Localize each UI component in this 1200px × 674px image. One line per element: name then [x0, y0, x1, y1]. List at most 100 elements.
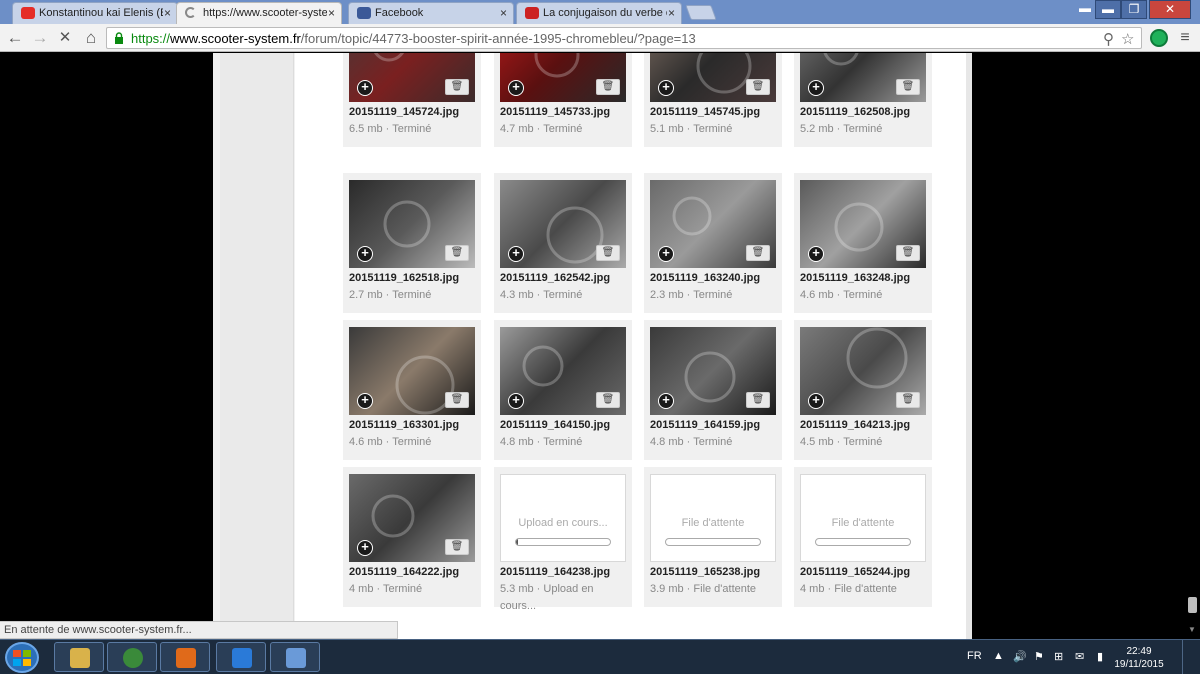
- browser-tab[interactable]: La conjugaison du verbe é ×: [516, 2, 682, 24]
- tray-icon[interactable]: 🔊: [1013, 650, 1027, 663]
- forward-button[interactable]: →: [29, 27, 51, 49]
- add-to-post-icon[interactable]: +: [357, 246, 373, 262]
- add-to-post-icon[interactable]: +: [808, 80, 824, 96]
- delete-trash-icon[interactable]: 🗑: [896, 79, 920, 95]
- delete-trash-icon[interactable]: 🗑: [596, 79, 620, 95]
- tray-language[interactable]: FR: [967, 650, 982, 662]
- file-tile: + 🗑 20151119_145745.jpg 5.1 mb · Terminé: [644, 53, 782, 147]
- scroll-down-arrow-icon[interactable]: ▼: [1188, 625, 1196, 634]
- file-meta: 5.1 mb · Terminé: [650, 123, 733, 135]
- pending-thumbnail: File d'attente: [800, 474, 926, 562]
- tray-icon[interactable]: ▮: [1097, 650, 1103, 663]
- media-player-icon[interactable]: [160, 642, 210, 672]
- stop-button[interactable]: ✕: [54, 27, 76, 49]
- tab-close-icon[interactable]: ×: [164, 6, 171, 20]
- file-meta: 4.3 mb · Terminé: [500, 289, 583, 301]
- bookmark-star-icon[interactable]: ☆: [1121, 30, 1134, 48]
- delete-trash-icon[interactable]: 🗑: [445, 539, 469, 555]
- photo-thumbnail[interactable]: + 🗑: [349, 53, 475, 102]
- file-tile: + 🗑 20151119_163248.jpg 4.6 mb · Terminé: [794, 173, 932, 313]
- file-tile: + 🗑 20151119_164150.jpg 4.8 mb · Terminé: [494, 320, 632, 460]
- delete-trash-icon[interactable]: 🗑: [746, 245, 770, 261]
- tab-label: La conjugaison du verbe é: [543, 7, 667, 19]
- delete-trash-icon[interactable]: 🗑: [746, 392, 770, 408]
- taskbar-app-glyph: [123, 648, 143, 668]
- file-name: 20151119_163240.jpg: [650, 272, 761, 284]
- address-bar[interactable]: https://www.scooter-system.fr/forum/topi…: [106, 27, 1142, 49]
- internet-explorer-icon[interactable]: [216, 642, 266, 672]
- photo-thumbnail[interactable]: + 🗑: [500, 327, 626, 415]
- upload-progress-bar: [815, 538, 911, 546]
- add-to-post-icon[interactable]: +: [508, 393, 524, 409]
- browser-tab[interactable]: Konstantinou kai Elenis (E ×: [12, 2, 178, 24]
- add-to-post-icon[interactable]: +: [357, 540, 373, 556]
- delete-trash-icon[interactable]: 🗑: [596, 392, 620, 408]
- tray-icon[interactable]: ▲: [993, 650, 1004, 662]
- clock[interactable]: 22:49 19/11/2015: [1112, 645, 1166, 671]
- maximize-button[interactable]: ❐: [1121, 0, 1147, 19]
- delete-trash-icon[interactable]: 🗑: [896, 392, 920, 408]
- delete-trash-icon[interactable]: 🗑: [445, 245, 469, 261]
- tray-icon[interactable]: ✉: [1075, 650, 1084, 663]
- browser-tab[interactable]: Facebook ×: [348, 2, 514, 24]
- profile-menu-icon[interactable]: ▬: [1077, 0, 1093, 19]
- minimize-button[interactable]: ▬: [1095, 0, 1121, 19]
- add-to-post-icon[interactable]: +: [508, 246, 524, 262]
- delete-trash-icon[interactable]: 🗑: [445, 79, 469, 95]
- tab-close-icon[interactable]: ×: [500, 6, 507, 20]
- photo-thumbnail[interactable]: + 🗑: [800, 180, 926, 268]
- delete-trash-icon[interactable]: 🗑: [746, 79, 770, 95]
- photo-thumbnail[interactable]: + 🗑: [800, 53, 926, 102]
- delete-trash-icon[interactable]: 🗑: [896, 245, 920, 261]
- grammarly-extension-icon[interactable]: [1150, 29, 1168, 47]
- upload-status-text: File d'attente: [831, 517, 895, 529]
- tab-close-icon[interactable]: ×: [668, 6, 675, 20]
- photo-thumbnail[interactable]: + 🗑: [650, 53, 776, 102]
- new-tab-button[interactable]: [685, 5, 717, 20]
- chrome-menu-icon[interactable]: ≡: [1174, 27, 1196, 49]
- add-to-post-icon[interactable]: +: [658, 246, 674, 262]
- zoom-icon[interactable]: ⚲: [1103, 30, 1114, 48]
- vertical-scrollbar[interactable]: ▼: [1185, 53, 1200, 639]
- tab-close-icon[interactable]: ×: [328, 6, 335, 20]
- back-button[interactable]: ←: [4, 27, 26, 49]
- delete-trash-icon[interactable]: 🗑: [596, 245, 620, 261]
- tab-label: Facebook: [375, 7, 424, 19]
- file-name: 20151119_163301.jpg: [349, 419, 460, 431]
- tray-icon[interactable]: ⊞: [1054, 650, 1063, 663]
- show-desktop-button[interactable]: [1182, 640, 1200, 674]
- close-button[interactable]: ✕: [1149, 0, 1191, 19]
- chrome-icon[interactable]: [107, 642, 157, 672]
- photo-thumbnail[interactable]: + 🗑: [349, 327, 475, 415]
- photo-thumbnail[interactable]: + 🗑: [349, 474, 475, 562]
- facebook-icon: [357, 7, 371, 19]
- file-tile: + 🗑 20151119_163240.jpg 2.3 mb · Terminé: [644, 173, 782, 313]
- photo-thumbnail[interactable]: + 🗑: [349, 180, 475, 268]
- file-tile: + 🗑 20151119_162542.jpg 4.3 mb · Terminé: [494, 173, 632, 313]
- add-to-post-icon[interactable]: +: [508, 80, 524, 96]
- photo-thumbnail[interactable]: + 🗑: [500, 180, 626, 268]
- file-meta: 4.7 mb · Terminé: [500, 123, 583, 135]
- add-to-post-icon[interactable]: +: [658, 80, 674, 96]
- file-explorer-icon[interactable]: [54, 642, 104, 672]
- file-meta: 4 mb · File d'attente: [800, 583, 897, 595]
- browser-tab[interactable]: https://www.scooter-syste ×: [176, 2, 342, 24]
- photo-thumbnail[interactable]: + 🗑: [500, 53, 626, 102]
- youtube-icon: [21, 7, 35, 19]
- file-tile: File d'attente 20151119_165244.jpg 4 mb · …: [794, 467, 932, 607]
- delete-trash-icon[interactable]: 🗑: [445, 392, 469, 408]
- add-to-post-icon[interactable]: +: [357, 80, 373, 96]
- add-to-post-icon[interactable]: +: [357, 393, 373, 409]
- add-to-post-icon[interactable]: +: [658, 393, 674, 409]
- add-to-post-icon[interactable]: +: [808, 393, 824, 409]
- tray-icon[interactable]: ⚑: [1034, 650, 1044, 663]
- scrollbar-thumb[interactable]: [1188, 597, 1197, 613]
- start-button[interactable]: [5, 642, 39, 673]
- photo-thumbnail[interactable]: + 🗑: [800, 327, 926, 415]
- photo-thumbnail[interactable]: + 🗑: [650, 180, 776, 268]
- remote-desktop-icon[interactable]: [270, 642, 320, 672]
- add-to-post-icon[interactable]: +: [808, 246, 824, 262]
- photo-thumbnail[interactable]: + 🗑: [650, 327, 776, 415]
- home-button[interactable]: ⌂: [80, 27, 102, 49]
- file-name: 20151119_164159.jpg: [650, 419, 761, 431]
